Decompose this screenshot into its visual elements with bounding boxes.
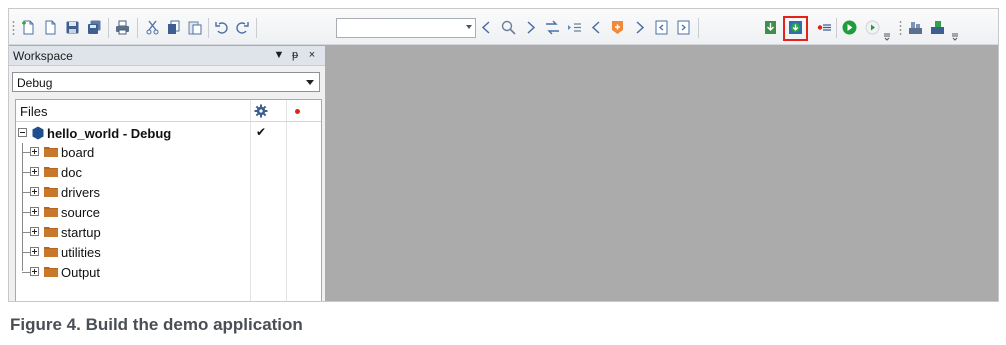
ide-window: Workspace ▼ ᵽ × Debug Files hello_world … bbox=[8, 8, 999, 302]
expand-icon[interactable] bbox=[30, 187, 39, 196]
tree-row-folder[interactable]: Output bbox=[16, 262, 321, 282]
tree-row-folder[interactable]: source bbox=[16, 202, 321, 222]
redo-icon[interactable] bbox=[235, 20, 250, 35]
tree-row-folder[interactable]: utilities bbox=[16, 242, 321, 262]
folder-label: drivers bbox=[61, 185, 101, 200]
pin-icon[interactable]: ᵽ bbox=[289, 49, 301, 61]
paste-icon[interactable] bbox=[187, 20, 202, 35]
undo-icon[interactable] bbox=[214, 20, 229, 35]
go-to-bookmark-icon[interactable] bbox=[567, 20, 582, 35]
gear-icon[interactable] bbox=[254, 104, 268, 118]
highlight-box bbox=[783, 16, 808, 41]
tree-row-folder[interactable]: board bbox=[16, 142, 321, 162]
cut-icon[interactable] bbox=[145, 20, 160, 35]
build-all-icon[interactable] bbox=[930, 20, 945, 35]
configuration-select[interactable]: Debug bbox=[12, 72, 320, 92]
folder-label: startup bbox=[61, 225, 101, 240]
toggle-bookmark-icon[interactable] bbox=[545, 20, 560, 35]
editor-area bbox=[326, 46, 998, 301]
prev-error-icon[interactable] bbox=[654, 20, 669, 35]
configuration-value: Debug bbox=[17, 76, 53, 90]
event-icon[interactable] bbox=[908, 20, 923, 35]
folder-icon bbox=[44, 207, 58, 217]
find-combo[interactable] bbox=[336, 18, 476, 38]
save-icon[interactable] bbox=[65, 20, 80, 35]
tree-row-project[interactable]: hello_world - Debug ✔ bbox=[16, 123, 321, 143]
workspace-title: Workspace bbox=[13, 49, 73, 63]
folder-icon bbox=[44, 227, 58, 237]
main-toolbar bbox=[9, 9, 998, 45]
check-icon: ✔ bbox=[256, 125, 267, 139]
breakpoint-icon[interactable] bbox=[610, 20, 625, 35]
folder-icon bbox=[44, 267, 58, 277]
toolbar-separator bbox=[137, 18, 138, 38]
expand-icon[interactable] bbox=[30, 207, 39, 216]
toolbar-grip[interactable] bbox=[12, 20, 15, 36]
tree-row-folder[interactable]: drivers bbox=[16, 182, 321, 202]
toolbar-grip[interactable] bbox=[899, 20, 902, 36]
chevron-down-icon bbox=[306, 80, 314, 85]
forward-icon[interactable] bbox=[523, 20, 538, 35]
folder-icon bbox=[44, 167, 58, 177]
toolbar-overflow-icon[interactable] bbox=[951, 25, 959, 41]
folder-icon bbox=[44, 147, 58, 157]
next-bookmark-icon[interactable] bbox=[632, 20, 647, 35]
new-file-icon[interactable] bbox=[21, 20, 36, 35]
expand-icon[interactable] bbox=[30, 247, 39, 256]
folder-label: board bbox=[61, 145, 95, 160]
files-tree: Files hello_world - Debug ✔ board doc dr… bbox=[15, 99, 322, 301]
red-dot-icon[interactable] bbox=[295, 109, 300, 114]
toolbar-separator bbox=[698, 18, 699, 38]
expand-icon[interactable] bbox=[30, 227, 39, 236]
next-error-icon[interactable] bbox=[676, 20, 691, 35]
download-debug-icon[interactable] bbox=[842, 20, 857, 35]
back-icon[interactable] bbox=[479, 20, 494, 35]
close-icon[interactable]: × bbox=[306, 49, 318, 61]
copy-icon[interactable] bbox=[166, 20, 181, 35]
folder-label: utilities bbox=[61, 245, 101, 260]
print-icon[interactable] bbox=[115, 20, 130, 35]
search-icon[interactable] bbox=[501, 20, 516, 35]
tree-row-folder[interactable]: startup bbox=[16, 222, 321, 242]
expand-icon[interactable] bbox=[30, 267, 39, 276]
folder-icon bbox=[44, 247, 58, 257]
figure-caption: Figure 4. Build the demo application bbox=[10, 315, 303, 334]
toolbar-overflow-icon[interactable] bbox=[883, 25, 891, 41]
debug-no-download-icon[interactable] bbox=[865, 20, 880, 35]
save-all-icon[interactable] bbox=[87, 20, 102, 35]
folder-icon bbox=[44, 187, 58, 197]
new-workspace-icon[interactable] bbox=[43, 20, 58, 35]
stop-build-icon[interactable] bbox=[817, 20, 832, 35]
compile-icon[interactable] bbox=[763, 20, 778, 35]
chevron-down-icon bbox=[466, 25, 472, 29]
toolbar-separator bbox=[208, 18, 209, 38]
workspace-panel: Workspace ▼ ᵽ × Debug Files hello_world … bbox=[9, 46, 325, 301]
folder-label: Output bbox=[61, 265, 101, 280]
previous-bookmark-icon[interactable] bbox=[589, 20, 604, 35]
column-files[interactable]: Files bbox=[20, 104, 47, 119]
toolbar-separator bbox=[108, 18, 109, 38]
tree-row-folder[interactable]: doc bbox=[16, 162, 321, 182]
project-name: hello_world - Debug bbox=[47, 126, 172, 141]
expand-icon[interactable] bbox=[30, 147, 39, 156]
folder-label: source bbox=[61, 205, 101, 220]
project-icon bbox=[32, 126, 44, 140]
workspace-header: Workspace ▼ ᵽ × bbox=[9, 46, 325, 66]
collapse-icon[interactable] bbox=[18, 128, 27, 137]
toolbar-separator bbox=[256, 18, 257, 38]
window-position-icon[interactable]: ▼ bbox=[273, 49, 285, 61]
folder-label: doc bbox=[61, 165, 82, 180]
tree-header: Files bbox=[16, 100, 321, 122]
toolbar-separator bbox=[836, 18, 837, 38]
expand-icon[interactable] bbox=[30, 167, 39, 176]
